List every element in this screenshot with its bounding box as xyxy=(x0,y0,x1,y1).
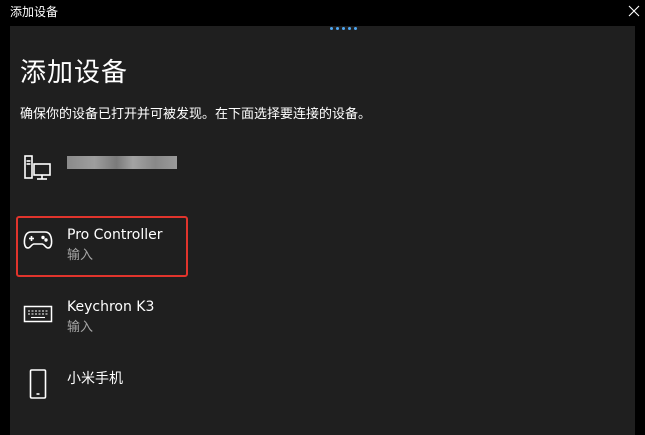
computer-icon xyxy=(22,152,54,184)
progress-dot xyxy=(330,27,333,30)
add-device-window: 添加设备 添加设备 确保你的设备已打开并可被发现。在下面选择要连接的设备。 Pr… xyxy=(0,0,645,435)
close-button[interactable] xyxy=(623,0,645,22)
device-name-redacted xyxy=(67,156,177,169)
highlight-annotation xyxy=(16,216,188,277)
window-border-left xyxy=(0,26,10,435)
progress-dot xyxy=(348,27,351,30)
progress-dot xyxy=(342,27,345,30)
window-border-right xyxy=(635,26,645,435)
title-bar: 添加设备 xyxy=(0,0,645,26)
progress-dot xyxy=(354,27,357,30)
device-item-xiaomi-phone[interactable]: 小米手机 xyxy=(16,362,616,424)
dialog-content: 添加设备 确保你的设备已打开并可被发现。在下面选择要连接的设备。 Pro Con… xyxy=(10,26,635,435)
close-icon xyxy=(628,5,640,17)
keyboard-icon xyxy=(22,298,54,330)
page-subtitle: 确保你的设备已打开并可被发现。在下面选择要连接的设备。 xyxy=(20,107,372,122)
device-name: 小米手机 xyxy=(67,371,123,387)
progress-indicator xyxy=(330,27,357,30)
page-title: 添加设备 xyxy=(20,58,129,88)
device-type: 输入 xyxy=(67,320,94,335)
device-item-computer[interactable] xyxy=(16,144,616,206)
window-title: 添加设备 xyxy=(10,5,59,19)
progress-dot xyxy=(336,27,339,30)
phone-icon xyxy=(22,368,54,400)
device-item-keychron-k3[interactable]: Keychron K3 输入 xyxy=(16,292,616,354)
device-name: Keychron K3 xyxy=(67,299,155,315)
